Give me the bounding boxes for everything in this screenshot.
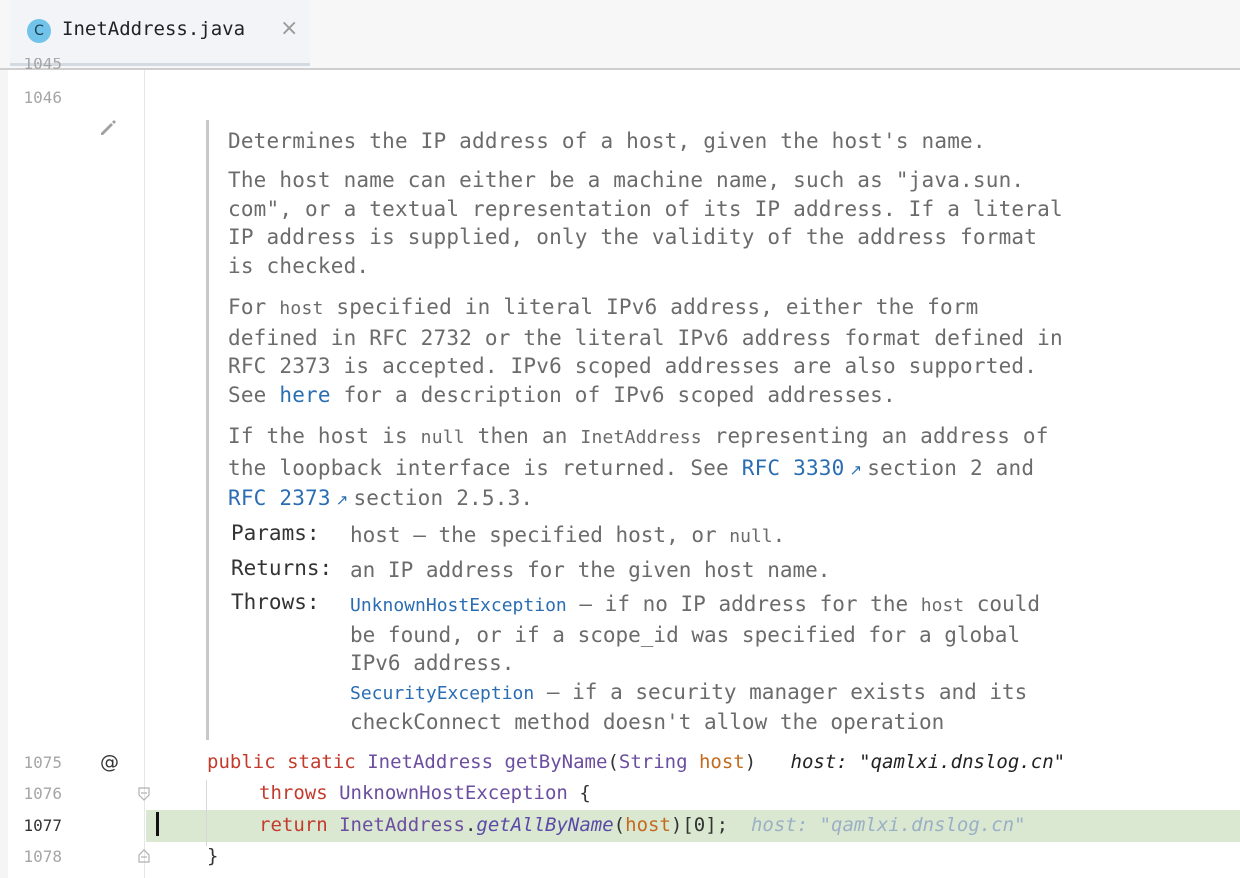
returns-value: an IP address for the given host name.	[350, 558, 831, 582]
tab-inetaddress-java[interactable]: C InetAddress.java ×	[10, 0, 310, 66]
line-number: 1045	[23, 58, 62, 70]
line-number: 1075	[23, 753, 62, 772]
external-link-icon: ↗	[330, 491, 354, 509]
indent-guide	[206, 780, 207, 846]
close-icon[interactable]: ×	[280, 16, 298, 41]
code-line-1075[interactable]: public static InetAddress getByName(Stri…	[207, 751, 1065, 773]
tab-title: InetAddress.java	[62, 18, 246, 40]
link-securityexception[interactable]: SecurityException	[350, 683, 534, 704]
current-line-number: 1077	[23, 816, 62, 835]
doc-comment-bar	[206, 120, 209, 740]
code-line-1077[interactable]: return InetAddress.getAllByName(host)[0]…	[259, 814, 1026, 836]
returns-label: Returns:	[231, 556, 333, 580]
gutter-divider	[144, 70, 145, 878]
doc-link-rfc3330[interactable]: RFC 3330	[742, 456, 845, 480]
throws-label: Throws:	[231, 590, 320, 614]
doc-link-rfc2373[interactable]: RFC 2373	[228, 486, 331, 510]
gutter-edge	[0, 70, 8, 878]
inline-debug-value: host: "qamlxi.dnslog.cn"	[790, 751, 1066, 773]
fold-end-icon[interactable]	[137, 848, 151, 863]
tab-divider	[0, 68, 1240, 70]
doc-summary: Determines the IP address of a host, giv…	[228, 129, 986, 153]
code-line-1076[interactable]: throws UnknownHostException {	[259, 782, 591, 804]
doc-link-here[interactable]: here	[279, 383, 330, 407]
code-line-1078[interactable]: }	[207, 845, 218, 867]
inline-debug-value: host: "qamlxi.dnslog.cn"	[750, 814, 1026, 836]
doc-paragraph: The host name can either be a machine na…	[228, 168, 1063, 278]
doc-paragraph: For host specified in literal IPv6 addre…	[228, 295, 1063, 407]
link-unknownhostexception[interactable]: UnknownHostException	[350, 595, 567, 616]
throws-value: UnknownHostException – if no IP address …	[350, 592, 1040, 734]
text-caret	[156, 812, 159, 836]
pencil-icon[interactable]	[98, 118, 118, 138]
external-link-icon: ↗	[844, 461, 868, 479]
java-class-icon: C	[27, 19, 51, 43]
doc-paragraph: If the host is null then an InetAddress …	[228, 424, 1049, 510]
line-number: 1078	[23, 847, 62, 866]
line-number: 1076	[23, 784, 62, 803]
override-icon[interactable]: @	[100, 751, 119, 773]
fold-start-icon[interactable]	[137, 786, 151, 801]
params-label: Params:	[231, 521, 320, 545]
line-number: 1046	[23, 88, 62, 107]
params-value: host – the specified host, or null.	[350, 523, 786, 547]
